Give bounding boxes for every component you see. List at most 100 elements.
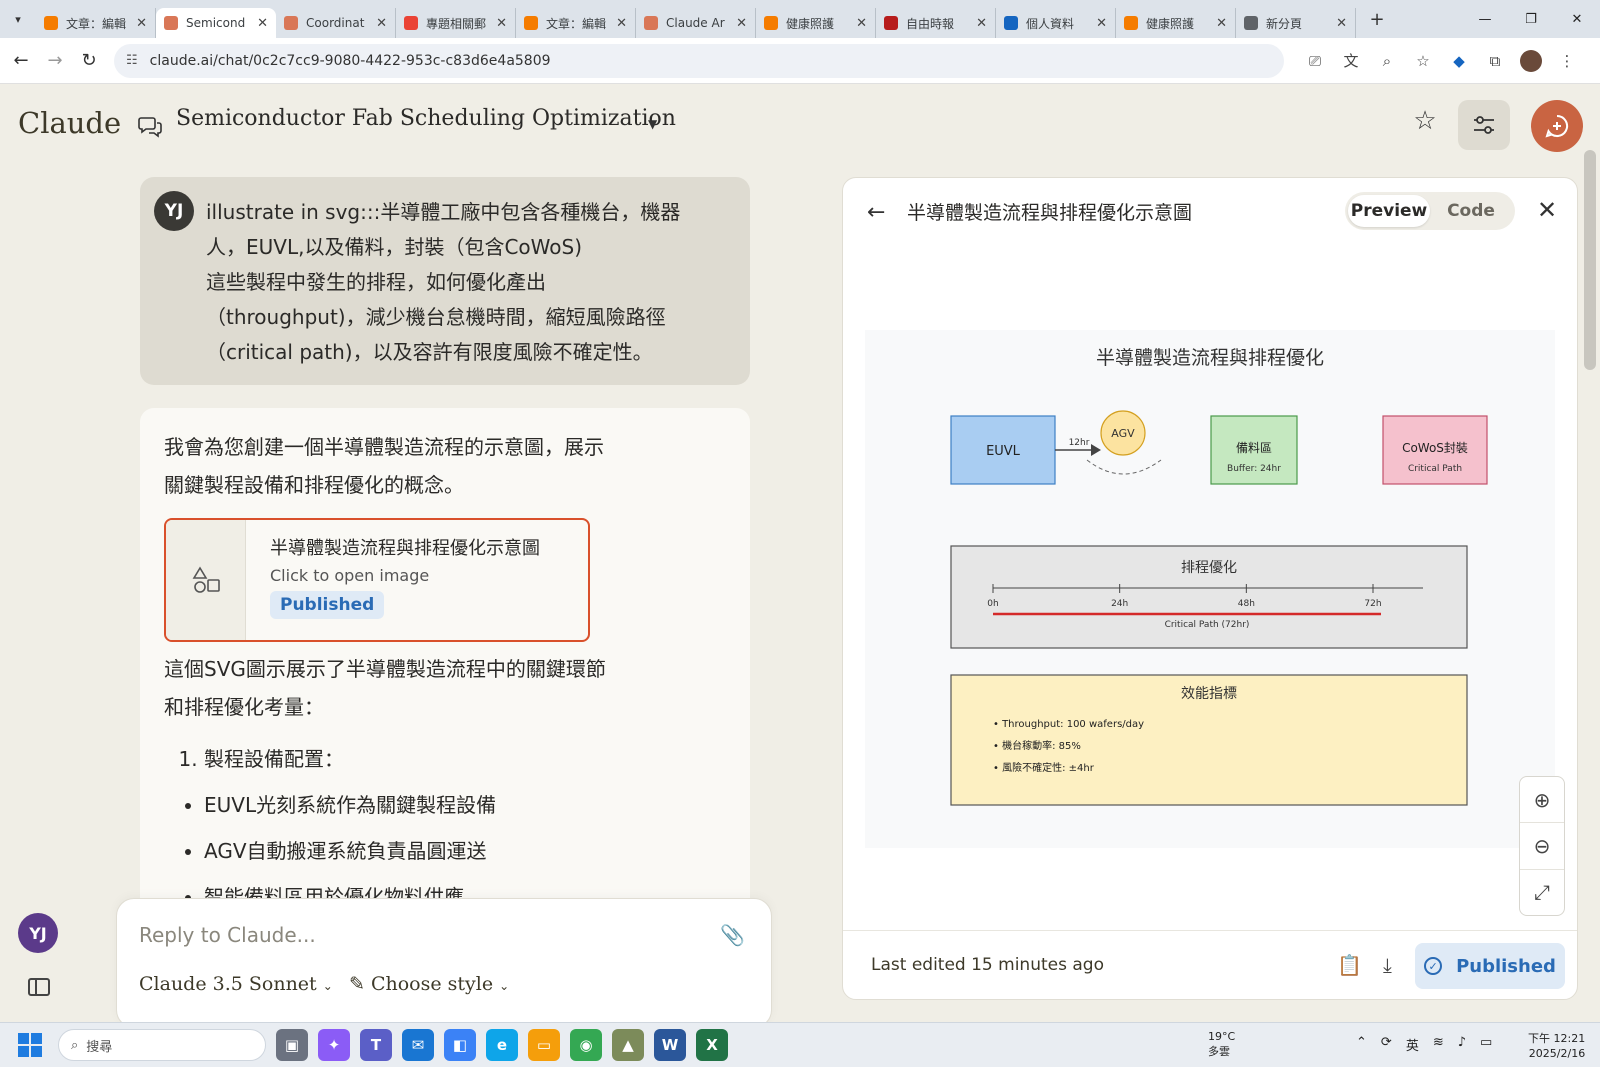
tab-close-icon[interactable]: ✕ xyxy=(616,16,627,31)
system-clock[interactable]: 下午 12:21 2025/2/16 xyxy=(1528,1031,1585,1061)
shapes-icon xyxy=(192,566,220,593)
account-avatar[interactable]: YJ xyxy=(18,913,58,953)
model-name: Claude 3.5 Sonnet xyxy=(139,973,317,995)
fullscreen-icon[interactable]: ⤢ xyxy=(1520,870,1564,915)
page-scrollbar[interactable] xyxy=(1584,150,1596,370)
artifact-card[interactable]: 半導體製造流程與排程優化示意圖 Click to open image Publ… xyxy=(164,518,590,642)
tab-close-icon[interactable]: ✕ xyxy=(1096,16,1107,31)
copilot-icon[interactable]: ✦ xyxy=(318,1029,350,1061)
chat-settings-button[interactable] xyxy=(1458,100,1510,150)
browser-tab[interactable]: Claude Ar ✕ xyxy=(636,8,756,38)
favorite-star-icon[interactable]: ☆ xyxy=(1408,106,1442,140)
url-input[interactable]: ☷ claude.ai/chat/0c2c7cc9-9080-4422-953c… xyxy=(114,43,1284,78)
teams-icon[interactable]: T xyxy=(360,1029,392,1061)
translate-icon[interactable]: 文 xyxy=(1336,46,1366,76)
tab-close-icon[interactable]: ✕ xyxy=(736,16,747,31)
tab-close-icon[interactable]: ✕ xyxy=(1216,16,1227,31)
ime-indicator[interactable]: 英 xyxy=(1406,1035,1419,1054)
chrome-icon[interactable]: ◉ xyxy=(570,1029,602,1061)
windows-start-icon[interactable] xyxy=(18,1033,42,1057)
photos-icon[interactable]: ▲ xyxy=(612,1029,644,1061)
tab-close-icon[interactable]: ✕ xyxy=(136,16,147,31)
zoom-out-icon[interactable]: ⊖ xyxy=(1520,823,1564,870)
tab-close-icon[interactable]: ✕ xyxy=(257,16,268,31)
tab-favicon-icon xyxy=(644,16,658,30)
reply-box: Reply to Claude... 📎 Claude 3.5 Sonnet ⌄… xyxy=(116,898,772,1028)
artifact-panel: ← 半導體製造流程與排程優化示意圖 Preview Code ✕ 半導體製造流程… xyxy=(842,177,1578,1000)
browser-tab[interactable]: Coordinat ✕ xyxy=(276,8,396,38)
browser-tab[interactable]: 文章：編輯 ✕ xyxy=(516,8,636,38)
published-button[interactable]: ✓ Published xyxy=(1415,943,1565,989)
browser-tab[interactable]: Semicond ✕ xyxy=(156,8,276,38)
word-icon[interactable]: W xyxy=(654,1029,686,1061)
install-app-icon[interactable]: ⎚ xyxy=(1300,46,1330,76)
published-badge: Published xyxy=(270,591,385,619)
tab-favicon-icon xyxy=(1244,16,1258,30)
tab-close-icon[interactable]: ✕ xyxy=(856,16,867,31)
back-arrow-icon[interactable]: ← xyxy=(4,50,38,71)
volume-icon[interactable]: ♪ xyxy=(1458,1035,1466,1054)
file-explorer-icon[interactable]: ▭ xyxy=(528,1029,560,1061)
sync-icon[interactable]: ⟳ xyxy=(1381,1035,1392,1054)
weather-widget[interactable]: 19°C 多雲 xyxy=(1208,1029,1235,1059)
tab-close-icon[interactable]: ✕ xyxy=(976,16,987,31)
search-icon: ⌕ xyxy=(71,1037,79,1053)
chevron-up-icon[interactable]: ⌃ xyxy=(1356,1035,1367,1054)
extensions-puzzle-icon[interactable]: ⧉ xyxy=(1480,46,1510,76)
tab-close-icon[interactable]: ✕ xyxy=(1336,16,1347,31)
browser-tab[interactable]: 個人資料 ✕ xyxy=(996,8,1116,38)
battery-icon[interactable]: ▭ xyxy=(1480,1035,1492,1054)
maximize-icon[interactable]: ❐ xyxy=(1508,0,1554,38)
tab-preview[interactable]: Preview xyxy=(1348,195,1430,227)
store-icon[interactable]: ◧ xyxy=(444,1029,476,1061)
wifi-icon[interactable]: ≋ xyxy=(1433,1035,1444,1054)
browser-tab[interactable]: 專題相關郵 ✕ xyxy=(396,8,516,38)
tab-favicon-icon xyxy=(164,16,178,30)
taskbar-search[interactable]: ⌕ 搜尋 xyxy=(58,1029,266,1061)
style-selector[interactable]: ✎ Choose style ⌄ xyxy=(349,973,509,995)
excel-icon[interactable]: X xyxy=(696,1029,728,1061)
bookmark-star-icon[interactable]: ☆ xyxy=(1408,46,1438,76)
profile-avatar[interactable] xyxy=(1516,46,1546,76)
zoom-icon[interactable]: ⌕ xyxy=(1372,46,1402,76)
agv-path xyxy=(1086,459,1162,475)
reload-icon[interactable]: ↻ xyxy=(72,50,106,71)
browser-tab[interactable]: 健康照護 ✕ xyxy=(756,8,876,38)
chevron-down-icon: ⌄ xyxy=(322,979,333,993)
view-toggle: Preview Code xyxy=(1345,192,1515,230)
new-chat-button[interactable] xyxy=(1531,100,1583,152)
close-icon[interactable]: ✕ xyxy=(1537,196,1557,224)
site-info-icon[interactable]: ☷ xyxy=(126,53,138,68)
tab-label: Claude Ar xyxy=(666,16,725,30)
copy-clipboard-icon[interactable]: 📋 xyxy=(1337,953,1362,977)
browser-tab[interactable]: 健康照護 ✕ xyxy=(1116,8,1236,38)
browser-menu-icon[interactable]: ⋮ xyxy=(1552,46,1582,76)
download-icon[interactable]: ⤓ xyxy=(1383,953,1392,977)
tab-search-chevron-icon[interactable]: ▾ xyxy=(0,0,36,38)
new-tab-button[interactable]: + xyxy=(1362,9,1392,30)
minimize-icon[interactable]: — xyxy=(1462,0,1508,38)
extension-diamond-icon[interactable]: ◆ xyxy=(1444,46,1474,76)
mail-icon[interactable]: ✉ xyxy=(402,1029,434,1061)
sidebar-toggle-icon[interactable] xyxy=(28,978,50,996)
reply-input[interactable]: Reply to Claude... xyxy=(139,923,316,947)
paperclip-icon[interactable]: 📎 xyxy=(720,923,745,947)
tab-label: 新分頁 xyxy=(1266,16,1303,31)
tab-close-icon[interactable]: ✕ xyxy=(496,16,507,31)
back-arrow-icon[interactable]: ← xyxy=(867,200,885,225)
close-window-icon[interactable]: ✕ xyxy=(1554,0,1600,38)
browser-tab[interactable]: 自由時報 ✕ xyxy=(876,8,996,38)
chat-title[interactable]: Semiconductor Fab Scheduling Optimizatio… xyxy=(176,106,676,131)
forward-arrow-icon[interactable]: → xyxy=(38,50,72,71)
browser-tab[interactable]: 新分頁 ✕ xyxy=(1236,8,1356,38)
claude-logo[interactable]: Claude xyxy=(18,106,121,140)
tab-favicon-icon xyxy=(524,16,538,30)
browser-tab[interactable]: 文章：編輯 ✕ xyxy=(36,8,156,38)
tab-code[interactable]: Code xyxy=(1430,195,1512,227)
chevron-down-icon[interactable]: ▼ xyxy=(648,117,657,131)
tab-close-icon[interactable]: ✕ xyxy=(376,16,387,31)
model-selector[interactable]: Claude 3.5 Sonnet ⌄ xyxy=(139,973,333,995)
task-view-icon[interactable]: ▣ xyxy=(276,1029,308,1061)
edge-icon[interactable]: e xyxy=(486,1029,518,1061)
zoom-in-icon[interactable]: ⊕ xyxy=(1520,777,1564,824)
